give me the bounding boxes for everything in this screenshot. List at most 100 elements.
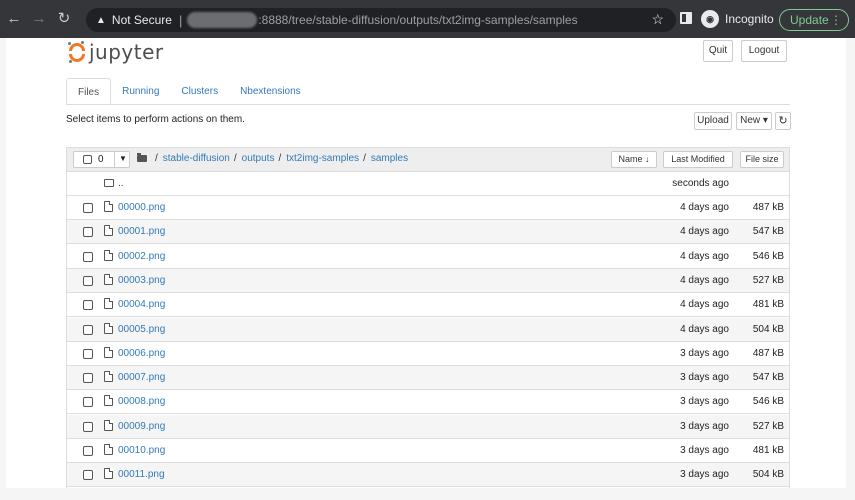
row-checkbox[interactable] <box>83 348 93 359</box>
file-icon <box>104 298 113 310</box>
update-label: Update <box>790 13 829 27</box>
address-bar[interactable]: ▲ Not Secure | :8888/tree/stable-diffusi… <box>86 8 676 32</box>
file-name-link[interactable]: 00007.png <box>118 372 165 383</box>
modified-time: 3 days ago <box>680 372 729 384</box>
file-list-header: 0 ▼ / stable-diffusion / outputs / txt2i… <box>67 148 789 172</box>
file-icon <box>104 444 113 455</box>
redacted-host <box>187 12 258 28</box>
file-size: 504 kB <box>752 469 784 481</box>
select-all-control[interactable]: 0 ▼ <box>73 151 130 168</box>
file-name-link[interactable]: 00008.png <box>118 396 165 407</box>
sort-by-size-button[interactable]: File size <box>740 151 784 168</box>
table-row[interactable]: 00002.png 4 days ago 546 kB <box>67 244 789 269</box>
logout-button[interactable]: Logout <box>741 40 787 62</box>
modified-time: 3 days ago <box>680 396 729 408</box>
upload-button[interactable]: Upload <box>694 112 732 130</box>
file-name-link[interactable]: 00002.png <box>118 251 165 262</box>
home-folder-icon[interactable] <box>137 153 147 162</box>
file-icon <box>104 273 113 285</box>
breadcrumb-item[interactable]: stable-diffusion <box>163 153 230 164</box>
tab-divider <box>66 104 790 105</box>
breadcrumb-item[interactable]: samples <box>371 153 408 164</box>
security-label[interactable]: Not Secure <box>112 13 172 27</box>
table-row[interactable]: 00003.png 4 days ago 527 kB <box>67 268 789 293</box>
table-row[interactable]: 00000.png 4 days ago 487 kB <box>67 196 789 220</box>
parent-directory-row[interactable]: .. seconds ago <box>67 172 789 196</box>
row-checkbox[interactable] <box>83 470 93 481</box>
file-name-link[interactable]: 00004.png <box>118 299 165 310</box>
file-name-link[interactable]: 00010.png <box>118 445 165 456</box>
file-icon <box>104 468 113 480</box>
row-checkbox[interactable] <box>83 300 93 311</box>
file-size: 487 kB <box>752 202 784 213</box>
incognito-label[interactable]: Incognito <box>725 12 774 26</box>
row-checkbox[interactable] <box>83 446 93 456</box>
row-checkbox[interactable] <box>83 227 93 238</box>
file-name-link[interactable]: 00003.png <box>118 275 165 286</box>
breadcrumb-item[interactable]: txt2img-samples <box>286 153 359 164</box>
tab-clusters[interactable]: Clusters <box>170 78 229 105</box>
file-name-link[interactable]: 00000.png <box>118 202 165 213</box>
file-name-link[interactable]: 00001.png <box>118 226 165 237</box>
file-icon <box>104 225 113 237</box>
quit-button[interactable]: Quit <box>703 40 733 62</box>
breadcrumb-item[interactable]: outputs <box>242 153 275 164</box>
row-checkbox[interactable] <box>83 397 93 408</box>
modified-time: 3 days ago <box>680 469 729 481</box>
file-icon <box>104 322 113 334</box>
table-row[interactable]: 00005.png 4 days ago 504 kB <box>67 317 789 342</box>
table-row[interactable]: 00008.png 3 days ago 546 kB <box>67 390 789 415</box>
tab-files[interactable]: Files <box>66 78 112 105</box>
row-checkbox[interactable] <box>83 203 93 213</box>
jupyter-logo-icon <box>68 41 85 63</box>
side-panel-icon[interactable] <box>680 12 692 24</box>
modified-time: 3 days ago <box>680 420 729 432</box>
file-size: 547 kB <box>752 226 784 238</box>
table-row[interactable]: 00010.png 3 days ago 481 kB <box>67 439 789 463</box>
bookmark-star-icon[interactable]: ☆ <box>651 11 664 28</box>
more-menu-icon[interactable]: ⋮ <box>830 10 842 30</box>
row-checkbox[interactable] <box>83 373 93 384</box>
sort-by-name-button[interactable]: Name ↓ <box>611 151 657 168</box>
modified-time: 3 days ago <box>680 445 729 456</box>
update-button[interactable]: Update ⋮ <box>779 9 849 31</box>
table-row[interactable]: 00009.png 3 days ago 527 kB <box>67 414 789 439</box>
table-row[interactable]: 00011.png 3 days ago 504 kB <box>67 463 789 488</box>
row-checkbox[interactable] <box>83 251 93 262</box>
sort-by-modified-button[interactable]: Last Modified <box>663 151 733 168</box>
file-icon <box>104 346 113 358</box>
url-path[interactable]: :8888/tree/stable-diffusion/outputs/txt2… <box>258 13 577 27</box>
dashboard-tabs: Files Running Clusters Nbextensions <box>66 78 312 105</box>
jupyter-logo[interactable]: jupyter <box>68 40 164 64</box>
row-checkbox[interactable] <box>83 421 93 432</box>
reload-icon[interactable]: ↻ <box>53 8 75 30</box>
refresh-icon[interactable]: ↻ <box>775 112 791 130</box>
tab-running[interactable]: Running <box>111 78 170 105</box>
modified-time: 4 days ago <box>680 299 729 311</box>
row-checkbox[interactable] <box>83 275 93 286</box>
jupyter-page: jupyter Quit Logout Files Running Cluste… <box>6 38 846 488</box>
incognito-icon[interactable]: ◉ <box>701 10 719 28</box>
new-button[interactable]: New ▾ <box>736 112 772 130</box>
file-size: 504 kB <box>752 323 784 335</box>
file-size: 547 kB <box>752 372 784 384</box>
table-row[interactable]: 00001.png 4 days ago 547 kB <box>67 220 789 245</box>
jupyter-header: jupyter Quit Logout <box>6 38 846 68</box>
select-all-checkbox[interactable] <box>83 155 92 164</box>
file-icon <box>104 249 113 261</box>
modified-time: 3 days ago <box>680 347 729 359</box>
file-icon <box>104 201 113 212</box>
file-name-link[interactable]: 00006.png <box>118 348 165 359</box>
file-name-link[interactable]: 00009.png <box>118 421 165 432</box>
table-row[interactable]: 00007.png 3 days ago 547 kB <box>67 366 789 391</box>
table-row[interactable]: 00006.png 3 days ago 487 kB <box>67 341 789 366</box>
forward-arrow-icon[interactable]: → <box>28 8 50 30</box>
file-name-link[interactable]: 00011.png <box>118 469 165 480</box>
file-name-link[interactable]: 00005.png <box>118 324 165 335</box>
row-checkbox[interactable] <box>83 324 93 335</box>
parent-directory-link[interactable]: .. <box>118 178 124 189</box>
select-dropdown-caret-icon[interactable]: ▼ <box>114 151 131 168</box>
back-arrow-icon[interactable]: ← <box>3 8 25 30</box>
table-row[interactable]: 00004.png 4 days ago 481 kB <box>67 293 789 318</box>
tab-nbextensions[interactable]: Nbextensions <box>229 78 312 105</box>
